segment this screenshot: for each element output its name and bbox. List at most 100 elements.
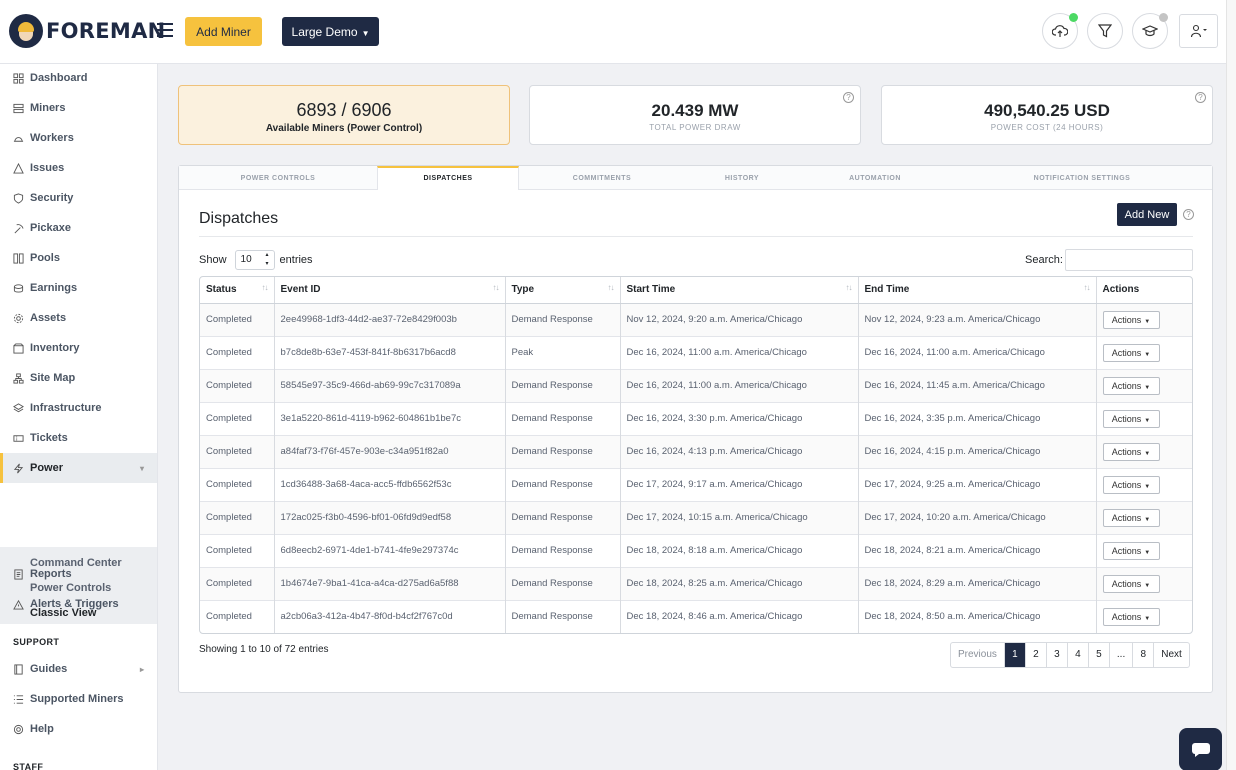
column-header-end-time[interactable]: End Time ↑↓ (858, 277, 1097, 304)
status-cell: Completed (200, 335, 275, 369)
column-header-start-time[interactable]: Start Time ↑↓ (620, 277, 859, 304)
page-scrollbar[interactable] (1226, 0, 1236, 770)
tab-automation[interactable]: AUTOMATION (799, 166, 951, 190)
tab-dispatches[interactable]: DISPATCHES (377, 166, 519, 190)
upload-button[interactable] (1042, 13, 1078, 49)
tab-notification-settings[interactable]: NOTIFICATION SETTINGS (951, 166, 1213, 190)
actions-dropdown-button[interactable]: Actions ▼ (1102, 475, 1160, 494)
sidebar-item-issues[interactable]: Issues (0, 153, 157, 183)
end-time-cell: Dec 16, 2024, 4:15 p.m. America/Chicago (858, 434, 1097, 468)
actions-dropdown-button[interactable]: Actions ▼ (1102, 607, 1160, 626)
type-cell: Demand Response (505, 368, 621, 402)
table-row: Completed 1b4674e7-9ba1-41ca-a4ca-d275ad6… (200, 566, 1192, 600)
event-id-cell: 2ee49968-1df3-44d2-ae37-72e8429f003b (274, 302, 506, 336)
help-icon[interactable]: ? (1195, 92, 1206, 103)
end-time-cell: Dec 16, 2024, 3:35 p.m. America/Chicago (858, 401, 1097, 435)
actions-dropdown-button[interactable]: Actions ▼ (1102, 376, 1160, 395)
actions-dropdown-button[interactable]: Actions ▼ (1102, 343, 1160, 362)
chat-button[interactable] (1179, 728, 1222, 770)
demo-dropdown-button[interactable]: Large Demo ▼ (282, 17, 379, 46)
sidebar-item-reports[interactable]: Reports (0, 559, 157, 589)
actions-dropdown-button[interactable]: Actions ▼ (1102, 541, 1160, 560)
help-icon[interactable]: ? (1183, 209, 1194, 220)
sidebar-item-help[interactable]: Help (0, 714, 157, 744)
table-row: Completed b7c8de8b-63e7-453f-841f-8b6317b… (200, 335, 1192, 369)
sidebar-item-label: Pickaxe (30, 222, 71, 234)
pagination: Previous 1 2 3 4 5... 8 Next (950, 642, 1190, 668)
sidebar-item-label: Tickets (30, 432, 68, 444)
actions-cell: Actions ▼ (1096, 434, 1192, 468)
sidebar-item-label: Power (30, 462, 64, 474)
status-cell: Completed (200, 599, 275, 633)
table-header-row: Status ↑↓ Event ID ↑↓ Type ↑↓ Start Time ↑↓ … (200, 277, 1192, 304)
status-cell: Completed (200, 368, 275, 402)
end-time-cell: Dec 17, 2024, 10:20 a.m. America/Chicago (858, 500, 1097, 534)
actions-label: Actions (1111, 413, 1142, 424)
actions-dropdown-button[interactable]: Actions ▼ (1102, 442, 1160, 461)
sidebar-item-workers[interactable]: Workers (0, 123, 157, 153)
page-2-button[interactable]: 2 (1026, 643, 1047, 667)
column-header-type[interactable]: Type ↑↓ (505, 277, 621, 304)
filter-button[interactable] (1087, 13, 1123, 49)
sidebar-item-site-map[interactable]: Site Map (0, 363, 157, 393)
available-miners-label: Available Miners (Power Control) (265, 123, 423, 134)
type-cell: Peak (505, 335, 621, 369)
end-time-cell: Dec 18, 2024, 8:50 a.m. America/Chicago (858, 599, 1097, 633)
sidebar-item-guides[interactable]: Guides ▸ (0, 654, 157, 684)
page-4-button[interactable]: 4 (1068, 643, 1089, 667)
sidebar-item-security[interactable]: Security (0, 183, 157, 213)
brand-name[interactable]: FOREMAN (46, 19, 166, 43)
gear-icon (13, 313, 24, 323)
column-header-event-id[interactable]: Event ID ↑↓ (274, 277, 506, 304)
type-cell: Demand Response (505, 500, 621, 534)
previous-page-button[interactable]: Previous (951, 643, 1005, 667)
sidebar-item-miners[interactable]: Miners (0, 93, 157, 123)
table-row: Completed a84faf73-f76f-457e-903e-c34a951… (200, 434, 1192, 468)
column-header-status[interactable]: Status ↑↓ (200, 277, 275, 304)
entries-select[interactable]: 10 (234, 250, 275, 270)
actions-cell: Actions ▼ (1096, 599, 1192, 633)
type-cell: Demand Response (505, 302, 621, 336)
end-time-cell: Dec 16, 2024, 11:45 a.m. America/Chicago (858, 368, 1097, 402)
page-1-button[interactable]: 1 (1004, 643, 1026, 667)
add-miner-button[interactable]: Add Miner (185, 17, 262, 46)
add-new-button[interactable]: Add New (1117, 203, 1177, 226)
sidebar-item-label: Issues (30, 162, 65, 174)
actions-dropdown-button[interactable]: Actions ▼ (1102, 310, 1160, 329)
tab-commitments[interactable]: COMMITMENTS (519, 166, 685, 190)
sort-icon: ↑↓ (607, 283, 615, 292)
sidebar-item-dashboard[interactable]: Dashboard (0, 63, 157, 93)
sidebar-item-supported-miners[interactable]: Supported Miners (0, 684, 157, 714)
next-page-button[interactable]: Next (1154, 643, 1189, 667)
page-3-button[interactable]: 3 (1047, 643, 1068, 667)
sidebar-item-earnings[interactable]: Earnings (0, 273, 157, 303)
page-5-button[interactable]: 5 (1089, 643, 1110, 667)
user-menu-button[interactable] (1179, 14, 1218, 48)
tab-power-controls[interactable]: POWER CONTROLS (179, 166, 377, 190)
sidebar-item-power[interactable]: Power ▾ (0, 453, 157, 483)
search-input[interactable] (1065, 249, 1193, 271)
divider (199, 236, 1193, 237)
sidebar-item-alerts-and-triggers[interactable]: Alerts & Triggers (0, 589, 157, 619)
sidebar-item-label: Workers (30, 132, 74, 144)
sidebar-item-label: Site Map (30, 372, 76, 384)
pagination-ellipsis: ... (1110, 643, 1134, 667)
table-row: Completed 2ee49968-1df3-44d2-ae37-72e8429… (200, 302, 1192, 336)
page-8-button[interactable]: 8 (1133, 643, 1155, 667)
actions-dropdown-button[interactable]: Actions ▼ (1102, 574, 1160, 593)
menu-toggle-icon[interactable] (157, 23, 173, 37)
foreman-logo[interactable] (9, 14, 43, 48)
actions-dropdown-button[interactable]: Actions ▼ (1102, 409, 1160, 428)
available-miners-card: 6893 / 6906 Available Miners (Power Cont… (178, 85, 510, 145)
sidebar-item-pools[interactable]: Pools (0, 243, 157, 273)
actions-dropdown-button[interactable]: Actions ▼ (1102, 508, 1160, 527)
sidebar-item-inventory[interactable]: Inventory (0, 333, 157, 363)
sidebar-item-infrastructure[interactable]: Infrastructure (0, 393, 157, 423)
sidebar-item-assets[interactable]: Assets (0, 303, 157, 333)
sidebar-item-tickets[interactable]: Tickets (0, 423, 157, 453)
help-icon[interactable]: ? (843, 92, 854, 103)
event-id-cell: a84faf73-f76f-457e-903e-c34a951f82a0 (274, 434, 506, 468)
sidebar-item-pickaxe[interactable]: Pickaxe (0, 213, 157, 243)
learn-button[interactable] (1132, 13, 1168, 49)
tab-history[interactable]: HISTORY (685, 166, 799, 190)
